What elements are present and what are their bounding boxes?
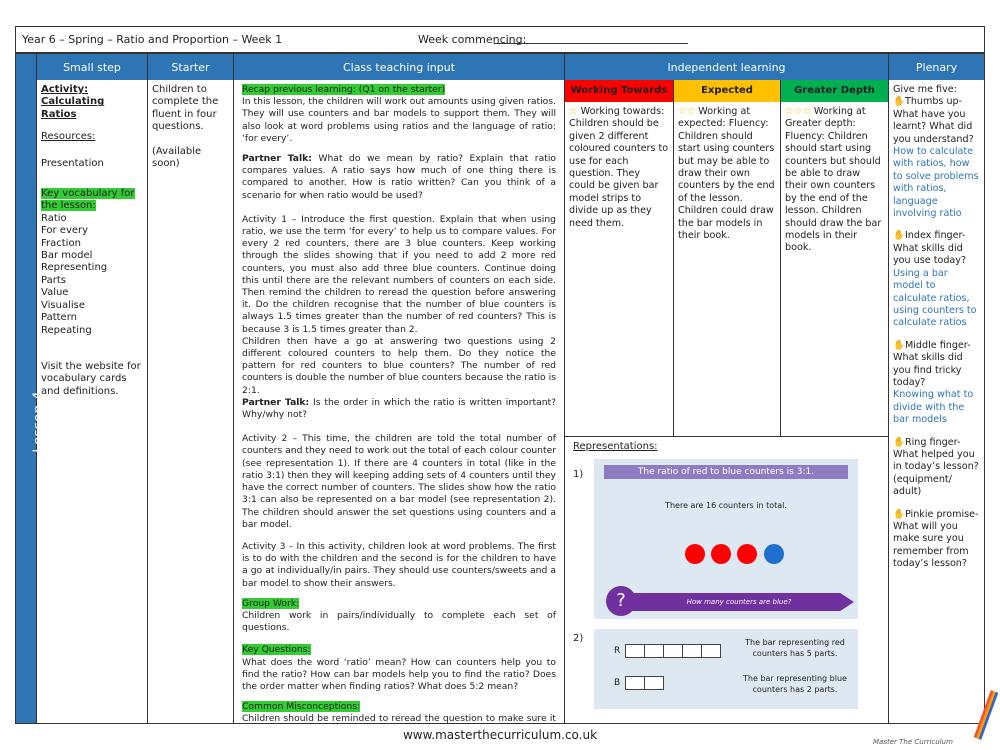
hand-icon: ✋ bbox=[893, 230, 905, 242]
vocab-item: For every bbox=[41, 225, 89, 237]
star-icon: ☆☆ bbox=[678, 106, 696, 117]
recap-label: Recap previous learning: (Q1 on the star… bbox=[242, 84, 446, 95]
vocab-list: Ratio For every Fraction Bar model Repre… bbox=[41, 213, 143, 337]
pinkie-text: Pinkie promise- What will you make sure … bbox=[893, 508, 979, 570]
class-teaching-column: Recap previous learning: (Q1 on the star… bbox=[234, 80, 565, 724]
vocab-item: Bar model bbox=[41, 250, 93, 262]
middle-answer: Knowing what to divide with the bar mode… bbox=[893, 389, 974, 426]
star-icon: ☆☆☆ bbox=[785, 106, 811, 117]
vocab-item: Visualise bbox=[41, 299, 85, 311]
brand-logo: Master The Curriculum bbox=[873, 738, 953, 746]
hand-icon: ✋ bbox=[893, 508, 905, 520]
partner-talk-label: Partner Talk: bbox=[242, 153, 312, 165]
bar-part-red bbox=[644, 644, 664, 658]
vocab-item: Representing bbox=[41, 262, 108, 274]
rep2-image: R B The bar representing red counters ha… bbox=[594, 629, 858, 709]
activity1b-text: Children then have a go at answering two… bbox=[242, 335, 556, 396]
rep2-r-label: R bbox=[614, 646, 621, 656]
index-answer: Using a bar model to calculate ratios, u… bbox=[893, 267, 977, 329]
star-icon: ☆ bbox=[569, 106, 578, 117]
vocab-item: Parts bbox=[41, 274, 66, 286]
starter-text: Children to complete the fluent in four … bbox=[152, 84, 219, 133]
hand-icon: ✋ bbox=[893, 436, 905, 448]
bar-part-red bbox=[682, 644, 702, 658]
rep1-title: The ratio of red to blue counters is 3:1… bbox=[604, 465, 848, 479]
greater-depth-cell: ☆☆☆ Working at Greater depth: Fluency: C… bbox=[781, 102, 889, 437]
rep2-blue-text: The bar representing blue counters has 2… bbox=[743, 674, 847, 694]
blue-counter bbox=[764, 544, 784, 564]
rep1-number: 1) bbox=[573, 469, 584, 480]
key-questions-text: What does the word ‘ratio’ mean? How can… bbox=[242, 656, 556, 692]
misconceptions-label: Common Misconceptions: bbox=[242, 701, 361, 713]
activity3-text: Activity 3 – In this activity, children … bbox=[242, 540, 556, 589]
starter-column: Children to complete the fluent in four … bbox=[148, 80, 234, 724]
hand-icon: ✋ bbox=[893, 96, 905, 108]
header-plenary: Plenary bbox=[889, 53, 985, 80]
starter-available: (Available soon) bbox=[152, 145, 202, 170]
greater-depth-header: Greater Depth bbox=[781, 80, 889, 102]
header-independent: Independent learning bbox=[565, 53, 889, 80]
rep2-b-label: B bbox=[614, 678, 621, 688]
red-counter bbox=[711, 544, 731, 564]
group-work-label: Group Work: bbox=[242, 597, 300, 609]
working-towards-text: Working towards: Children should be give… bbox=[569, 106, 669, 229]
week-commencing-label: Week commencing: bbox=[418, 33, 527, 46]
partner-talk-label-2: Partner Talk: bbox=[242, 396, 310, 408]
representations-label: Representations: bbox=[573, 441, 658, 452]
vocab-item: Ratio bbox=[41, 212, 67, 224]
plenary-intro: Give me five: bbox=[893, 84, 957, 95]
vocab-label: Key vocabulary for the lesson: bbox=[41, 188, 135, 212]
question-mark-icon: ? bbox=[606, 586, 636, 616]
header-class-teaching: Class teaching input bbox=[234, 53, 565, 80]
thumb-answer: How to calculate with ratios, how to sol… bbox=[893, 146, 979, 220]
header-small-step: Small step bbox=[37, 53, 148, 80]
vocab-item: Pattern bbox=[41, 312, 77, 324]
presentation-text: Presentation bbox=[41, 157, 104, 169]
red-counter bbox=[737, 544, 757, 564]
group-work-text: Children work in pairs/individually to c… bbox=[242, 609, 556, 634]
expected-header: Expected bbox=[674, 80, 781, 102]
key-questions-label: Key Questions: bbox=[242, 644, 311, 656]
working-towards-cell: ☆ Working towards: Children should be gi… bbox=[565, 102, 674, 437]
vocab-item: Fraction bbox=[41, 237, 81, 249]
activity2-text: Activity 2 – This time, the children are… bbox=[242, 433, 556, 530]
week-commencing-line bbox=[494, 43, 688, 44]
bar-part-red bbox=[625, 644, 645, 658]
small-step-column: Activity: Calculating Ratios Resources: … bbox=[37, 80, 148, 724]
header-bar: Year 6 – Spring – Ratio and Proportion –… bbox=[15, 26, 985, 53]
rep2-number: 2) bbox=[573, 633, 584, 644]
bar-part-blue bbox=[644, 676, 664, 690]
bar-part-red bbox=[663, 644, 683, 658]
vocab-item: Repeating bbox=[41, 324, 92, 336]
website-note: Visit the website for vocabulary cards a… bbox=[41, 360, 141, 397]
expected-text: Working at expected: Fluency: Children s… bbox=[678, 106, 775, 242]
activity-title: Activity: Calculating Ratios bbox=[41, 84, 105, 120]
vocab-item: Value bbox=[41, 287, 69, 299]
resources-label: Resources: bbox=[41, 131, 96, 143]
misconceptions-text: Children should be reminded to reread th… bbox=[242, 713, 556, 724]
rep1-question: How many counters are blue? bbox=[624, 593, 854, 611]
lesson-sidebar: Lesson 4 bbox=[15, 53, 47, 724]
hand-icon: ✋ bbox=[893, 339, 905, 351]
bar-part-red bbox=[701, 644, 721, 658]
header-title: Year 6 – Spring – Ratio and Proportion –… bbox=[22, 33, 283, 46]
red-counter bbox=[685, 544, 705, 564]
plenary-column: Give me five: ✋Thumbs up- What have you … bbox=[889, 80, 985, 724]
middle-text: Middle finger- What skills did you find … bbox=[893, 339, 971, 388]
working-towards-header: Working Towards bbox=[565, 80, 674, 102]
greater-depth-text: Working at Greater depth: Fluency: Child… bbox=[785, 106, 882, 254]
rep2-red-text: The bar representing red counters has 5 … bbox=[745, 638, 845, 658]
footer-url[interactable]: www.masterthecurriculum.co.uk bbox=[0, 728, 1000, 742]
intro-text: In this lesson, the children will work o… bbox=[242, 96, 556, 144]
ring-text: Ring finger- What helped you in today’s … bbox=[893, 436, 979, 498]
expected-cell: ☆☆ Working at expected: Fluency: Childre… bbox=[674, 102, 781, 437]
rep1-total: There are 16 counters in total. bbox=[665, 501, 787, 510]
thumb-text: Thumbs up- What have you learnt? What di… bbox=[893, 96, 974, 145]
header-starter: Starter bbox=[148, 53, 234, 80]
activity1-text: Activity 1 – Introduce the first questio… bbox=[242, 213, 556, 335]
bar-part-blue bbox=[625, 676, 645, 690]
rep1-image: The ratio of red to blue counters is 3:1… bbox=[594, 459, 858, 619]
